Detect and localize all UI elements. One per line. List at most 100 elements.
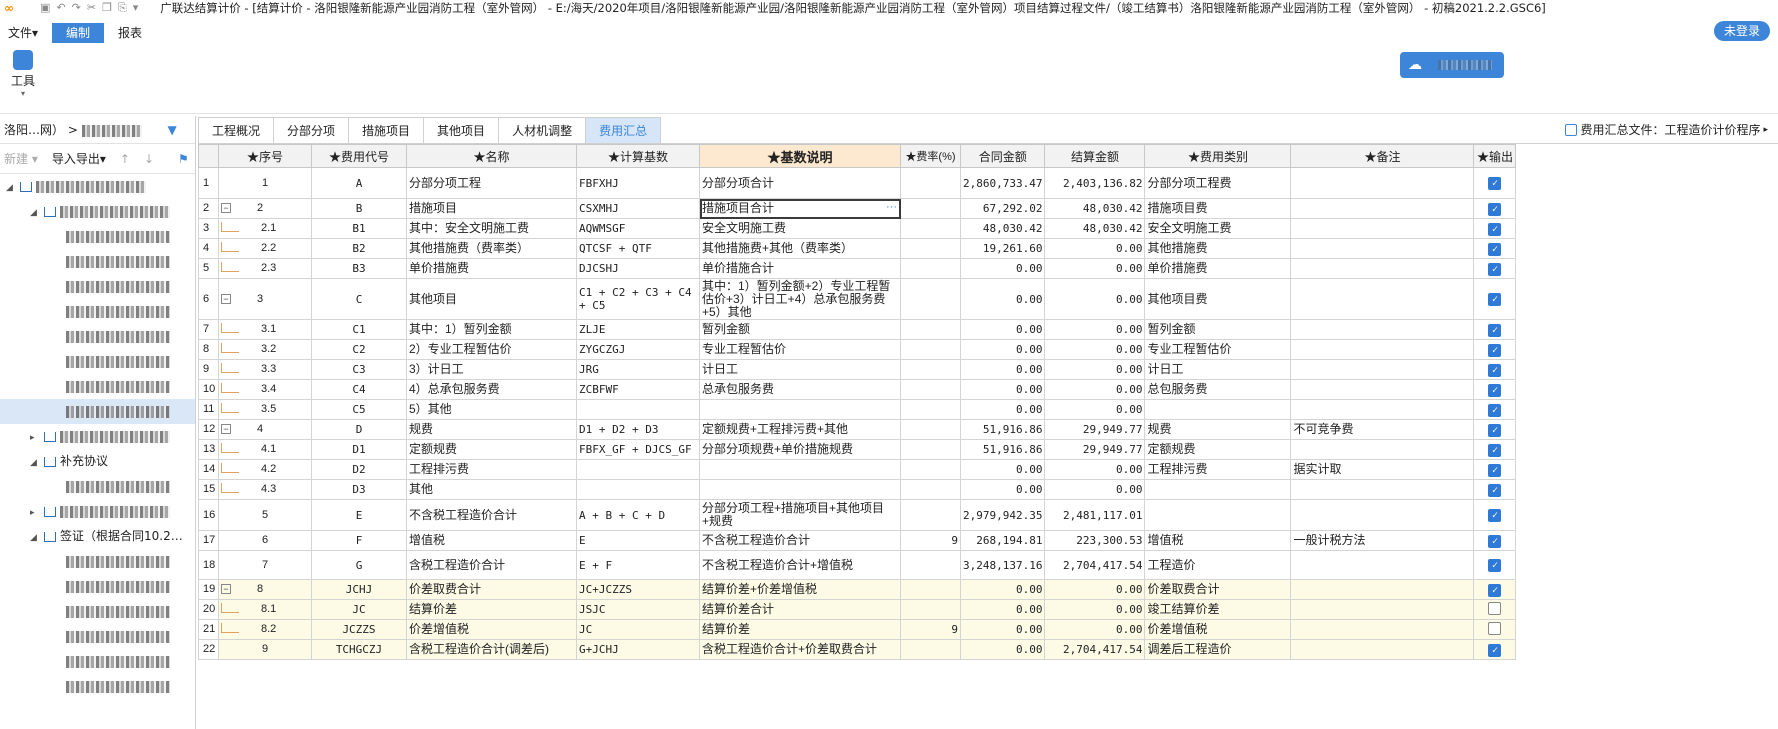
note-cell[interactable] [1290, 639, 1475, 660]
tree-item[interactable]: 洛阳 [0, 299, 195, 324]
seq-cell[interactable]: 3.3 [218, 359, 312, 380]
tab-summary[interactable]: 费用汇总 [585, 117, 662, 143]
col-header-code[interactable]: ★费用代号 [311, 144, 407, 168]
row-number-cell[interactable]: 1 [198, 167, 219, 199]
name-cell[interactable]: 增值税 [406, 530, 577, 551]
name-cell[interactable]: 措施项目 [406, 198, 577, 219]
table-row[interactable]: 10 3.4 C4 4）总承包服务费 ZCBFWF 总承包服务费 0.00 0.00 总包服务费… [198, 379, 1517, 400]
note-cell[interactable] [1290, 379, 1475, 400]
col-header-category[interactable]: ★费用类别 [1144, 144, 1292, 168]
settle-amount-cell[interactable]: 0.00 [1044, 479, 1146, 500]
row-number-cell[interactable]: 17 [198, 530, 219, 551]
tree-item[interactable]: ◢洛阳银隆新能源产业园 [0, 174, 195, 199]
contract-amount-cell[interactable]: 0.00 [959, 319, 1046, 340]
seq-cell[interactable]: 8.2 [218, 619, 312, 640]
category-cell[interactable]: 专业工程暂估价 [1144, 339, 1292, 360]
output-checkbox[interactable] [1488, 621, 1502, 635]
row-number-cell[interactable]: 18 [198, 550, 219, 580]
category-cell[interactable]: 总包服务费 [1144, 379, 1292, 400]
table-row[interactable]: 11 3.5 C5 5）其他 0.00 0.00 ✓ [198, 399, 1517, 420]
settle-amount-cell[interactable]: 0.00 [1044, 278, 1146, 320]
table-row[interactable]: 15 4.3 D3 其他 0.00 0.00 ✓ [198, 479, 1517, 500]
rate-cell[interactable] [900, 399, 961, 420]
row-number-cell[interactable]: 8 [198, 339, 219, 360]
contract-amount-cell[interactable]: 0.00 [959, 278, 1046, 320]
category-cell[interactable] [1144, 499, 1292, 531]
base-cell[interactable]: JRG [576, 359, 700, 380]
rate-cell[interactable] [900, 167, 961, 199]
seq-cell[interactable]: −3 [218, 278, 312, 320]
row-number-cell[interactable]: 2 [198, 198, 219, 219]
code-cell[interactable]: D3 [311, 479, 407, 500]
note-cell[interactable] [1290, 319, 1475, 340]
table-row[interactable]: 2−2 B 措施项目 CSXMHJ 措施项目合计 ··· 67,292.02 48,030.4… [198, 198, 1517, 219]
row-number-cell[interactable]: 19 [198, 579, 219, 600]
menu-file[interactable]: 文件▾ [0, 23, 46, 43]
base-desc-cell[interactable]: 结算价差 [699, 619, 901, 640]
rate-cell[interactable] [900, 499, 961, 531]
note-cell[interactable] [1290, 619, 1475, 640]
rate-cell[interactable] [900, 439, 961, 460]
output-checkbox[interactable]: ✓ [1488, 262, 1502, 276]
output-checkbox[interactable]: ✓ [1488, 323, 1502, 337]
base-cell[interactable]: FBFX_GF + DJCS_GF [576, 439, 700, 460]
col-header-note[interactable]: ★备注 [1290, 144, 1475, 168]
note-cell[interactable] [1290, 359, 1475, 380]
summary-file-selector[interactable]: 费用汇总文件：工程造价计价程序 ▸ [1565, 121, 1768, 138]
tree-item[interactable]: ◢洛阳银隆新能源 [0, 199, 195, 224]
name-cell[interactable]: 结算价差 [406, 599, 577, 620]
table-row[interactable]: 14 4.2 D2 工程排污费 0.00 0.00 工程排污费 据实计取 ✓ [198, 459, 1517, 480]
col-header-output[interactable]: ★输出 [1473, 144, 1517, 168]
rate-cell[interactable] [900, 579, 961, 600]
table-row[interactable]: 22 9 TCHGCZJ 含税工程造价合计(调差后) G+JCHJ 含税工程造价合计+价差… [198, 639, 1517, 660]
rate-cell[interactable] [900, 238, 961, 259]
base-cell[interactable]: E [576, 530, 700, 551]
undo-icon[interactable]: ↶ [56, 1, 65, 15]
note-cell[interactable] [1290, 339, 1475, 360]
category-cell[interactable]: 工程造价 [1144, 550, 1292, 580]
output-checkbox[interactable]: ✓ [1488, 222, 1502, 236]
seq-cell[interactable]: −4 [218, 419, 312, 440]
base-cell[interactable]: AQWMSGF [576, 218, 700, 239]
code-cell[interactable]: D1 [311, 439, 407, 460]
settle-amount-cell[interactable]: 0.00 [1044, 359, 1146, 380]
name-cell[interactable]: 定额规费 [406, 439, 577, 460]
settle-amount-cell[interactable]: 223,300.53 [1044, 530, 1146, 551]
output-checkbox[interactable]: ✓ [1488, 403, 1502, 417]
tree-item[interactable]: 洛阳 [0, 249, 195, 274]
output-checkbox[interactable]: ✓ [1488, 383, 1502, 397]
cloud-button[interactable]: ☁ [1400, 52, 1504, 78]
more-options-icon[interactable]: ··· [886, 201, 897, 214]
settle-amount-cell[interactable]: 2,481,117.01 [1044, 499, 1146, 531]
contract-amount-cell[interactable]: 0.00 [959, 639, 1046, 660]
settle-amount-cell[interactable]: 0.00 [1044, 599, 1146, 620]
tab-items[interactable]: 分部分项 [273, 117, 350, 143]
seq-cell[interactable]: 2.3 [218, 258, 312, 279]
code-cell[interactable]: C [311, 278, 407, 320]
tree-item[interactable]: 洛阳 [0, 549, 195, 574]
output-checkbox[interactable] [1488, 601, 1502, 615]
note-cell[interactable] [1290, 238, 1475, 259]
filter-dropdown-icon[interactable]: ▼ [168, 123, 177, 137]
row-number-cell[interactable]: 12 [198, 419, 219, 440]
col-header-rate[interactable]: ★费率(%) [900, 144, 961, 168]
row-number-cell[interactable]: 22 [198, 639, 219, 660]
category-cell[interactable] [1144, 479, 1292, 500]
contract-amount-cell[interactable]: 2,860,733.47 [959, 167, 1046, 199]
seq-cell[interactable]: 3.5 [218, 399, 312, 420]
base-desc-cell[interactable]: 计日工 [699, 359, 901, 380]
move-up-icon[interactable]: ↑ [120, 152, 130, 166]
tree-item[interactable]: 洛阳 [0, 274, 195, 299]
login-button[interactable]: 未登录 [1713, 21, 1770, 41]
name-cell[interactable]: 2）专业工程暂估价 [406, 339, 577, 360]
output-checkbox[interactable]: ✓ [1488, 202, 1502, 216]
chevron-right-icon[interactable]: ▸ [30, 501, 40, 524]
code-cell[interactable]: B [311, 198, 407, 219]
category-cell[interactable]: 其他项目费 [1144, 278, 1292, 320]
settle-amount-cell[interactable]: 0.00 [1044, 339, 1146, 360]
contract-amount-cell[interactable]: 0.00 [959, 359, 1046, 380]
tree-item[interactable]: 洛阳 [0, 649, 195, 674]
base-cell[interactable] [576, 399, 700, 420]
tree-item[interactable]: 洛阳 [0, 474, 195, 499]
base-desc-cell[interactable]: 总承包服务费 [699, 379, 901, 400]
